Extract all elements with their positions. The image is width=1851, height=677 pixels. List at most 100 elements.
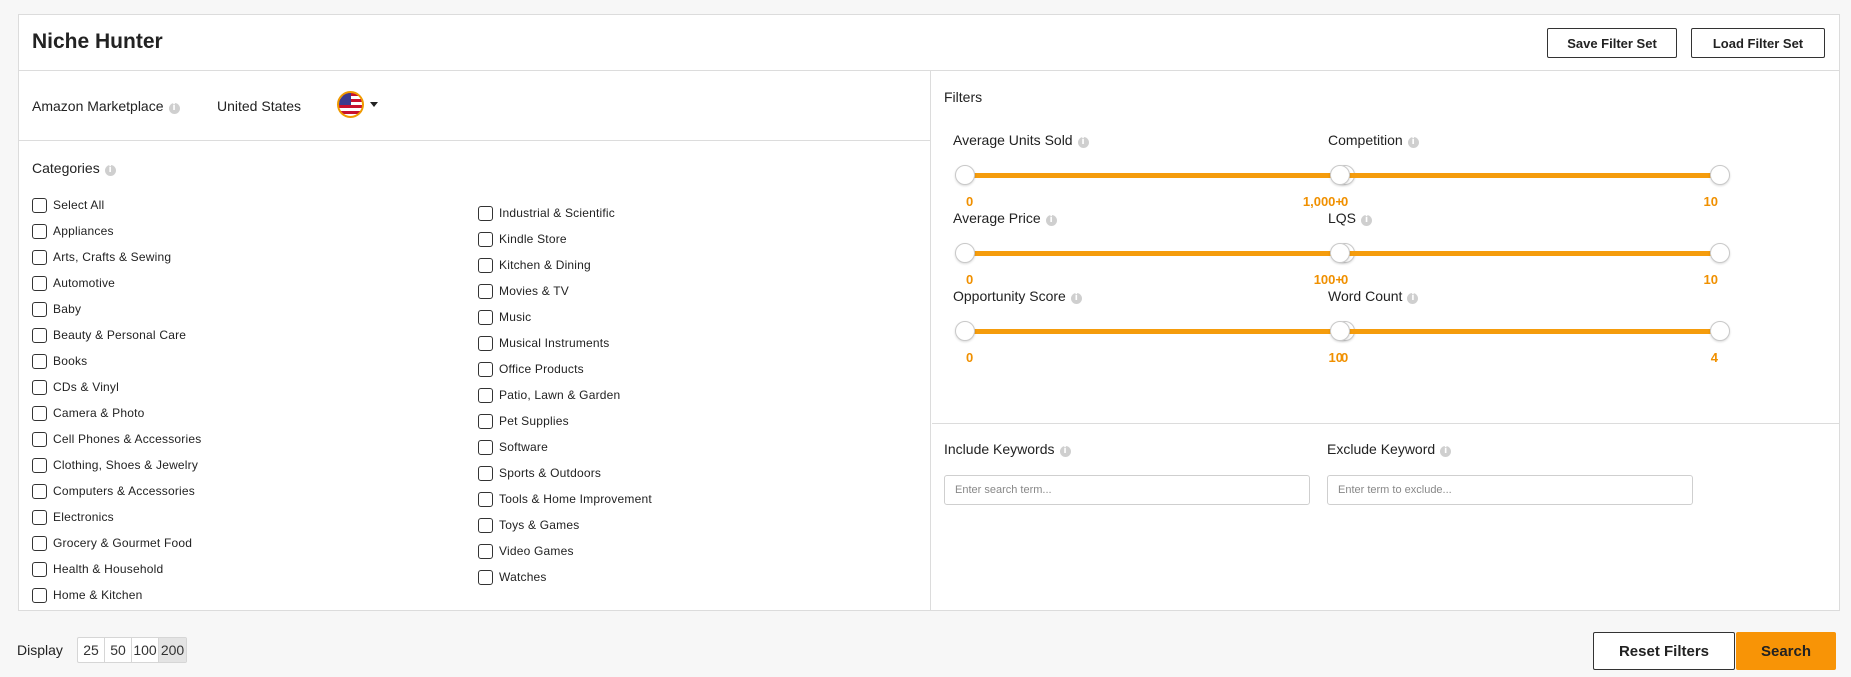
checkbox[interactable]: [478, 231, 493, 247]
info-icon: i: [1059, 446, 1071, 457]
reset-filters-button[interactable]: Reset Filters: [1593, 632, 1735, 670]
category-label: Video Games: [499, 544, 574, 558]
load-filter-set-button[interactable]: Load Filter Set: [1691, 28, 1825, 58]
filter-lqs: LQS i 0 10: [1328, 210, 1748, 290]
checkbox[interactable]: [478, 361, 493, 377]
category-watches[interactable]: Watches: [478, 564, 652, 590]
category-music[interactable]: Music: [478, 304, 652, 330]
category-pet-supplies[interactable]: Pet Supplies: [478, 408, 652, 434]
checkbox[interactable]: [32, 379, 47, 395]
checkbox[interactable]: [478, 387, 493, 403]
checkbox[interactable]: [478, 569, 493, 585]
marketplace-label-text: Amazon Marketplace: [32, 98, 164, 114]
range-slider-track[interactable]: [1340, 329, 1720, 334]
range-slider-min-handle[interactable]: [955, 165, 975, 185]
category-cell-phones-accessories[interactable]: Cell Phones & Accessories: [32, 426, 201, 452]
marketplace-dropdown[interactable]: [337, 91, 387, 119]
category-beauty-personal-care[interactable]: Beauty & Personal Care: [32, 322, 201, 348]
category-label: Kitchen & Dining: [499, 258, 591, 272]
category-select-all[interactable]: Select All: [32, 192, 201, 218]
range-slider-min-handle[interactable]: [955, 321, 975, 341]
include-keywords-input[interactable]: [944, 475, 1310, 505]
checkbox[interactable]: [478, 335, 493, 351]
checkbox[interactable]: [32, 353, 47, 369]
category-office-products[interactable]: Office Products: [478, 356, 652, 382]
checkbox[interactable]: [478, 309, 493, 325]
checkbox[interactable]: [478, 257, 493, 273]
category-video-games[interactable]: Video Games: [478, 538, 652, 564]
range-slider-max-handle[interactable]: [1710, 321, 1730, 341]
category-books[interactable]: Books: [32, 348, 201, 374]
category-electronics[interactable]: Electronics: [32, 504, 201, 530]
checkbox[interactable]: [32, 457, 47, 473]
category-baby[interactable]: Baby: [32, 296, 201, 322]
category-cds-vinyl[interactable]: CDs & Vinyl: [32, 374, 201, 400]
range-slider-track[interactable]: [1340, 173, 1720, 178]
category-toys-games[interactable]: Toys & Games: [478, 512, 652, 538]
checkbox[interactable]: [32, 405, 47, 421]
checkbox[interactable]: [32, 587, 47, 603]
display-option-25[interactable]: 25: [78, 638, 105, 662]
filter-label-text: Average Units Sold: [953, 132, 1073, 148]
range-slider-min-handle[interactable]: [1330, 243, 1350, 263]
category-appliances[interactable]: Appliances: [32, 218, 201, 244]
category-arts-crafts-sewing[interactable]: Arts, Crafts & Sewing: [32, 244, 201, 270]
checkbox[interactable]: [478, 205, 493, 221]
exclude-keyword-label-text: Exclude Keyword: [1327, 441, 1436, 457]
checkbox[interactable]: [32, 561, 47, 577]
checkbox[interactable]: [478, 543, 493, 559]
category-label: Office Products: [499, 362, 584, 376]
range-slider-track[interactable]: [1340, 251, 1720, 256]
range-slider-track[interactable]: [965, 173, 1345, 178]
checkbox[interactable]: [32, 223, 47, 239]
exclude-keyword-input[interactable]: [1327, 475, 1693, 505]
checkbox[interactable]: [32, 535, 47, 551]
checkbox[interactable]: [478, 439, 493, 455]
category-tools-home-improvement[interactable]: Tools & Home Improvement: [478, 486, 652, 512]
checkbox[interactable]: [32, 275, 47, 291]
category-automotive[interactable]: Automotive: [32, 270, 201, 296]
checkbox[interactable]: [32, 431, 47, 447]
filter-label: Opportunity Score i: [953, 288, 1082, 304]
range-slider-track[interactable]: [965, 329, 1345, 334]
checkbox[interactable]: [32, 301, 47, 317]
range-slider-max-handle[interactable]: [1710, 243, 1730, 263]
category-grocery-gourmet-food[interactable]: Grocery & Gourmet Food: [32, 530, 201, 556]
range-slider-max-handle[interactable]: [1710, 165, 1730, 185]
checkbox[interactable]: [478, 491, 493, 507]
checkbox[interactable]: [478, 465, 493, 481]
category-patio-lawn-garden[interactable]: Patio, Lawn & Garden: [478, 382, 652, 408]
checkbox[interactable]: [478, 283, 493, 299]
range-slider-track[interactable]: [965, 251, 1345, 256]
range-slider-min-handle[interactable]: [1330, 321, 1350, 341]
category-camera-photo[interactable]: Camera & Photo: [32, 400, 201, 426]
category-health-household[interactable]: Health & Household: [32, 556, 201, 582]
save-filter-set-button[interactable]: Save Filter Set: [1547, 28, 1677, 58]
category-kitchen-dining[interactable]: Kitchen & Dining: [478, 252, 652, 278]
category-sports-outdoors[interactable]: Sports & Outdoors: [478, 460, 652, 486]
checkbox[interactable]: [32, 327, 47, 343]
filter-average-units-sold: Average Units Sold i 0 1,000+: [953, 132, 1373, 212]
range-slider-min-handle[interactable]: [1330, 165, 1350, 185]
checkbox[interactable]: [32, 249, 47, 265]
checkbox[interactable]: [478, 517, 493, 533]
caret-down-icon: [370, 102, 378, 107]
checkbox[interactable]: [32, 509, 47, 525]
display-option-200[interactable]: 200: [159, 638, 186, 662]
display-option-50[interactable]: 50: [105, 638, 132, 662]
category-musical-instruments[interactable]: Musical Instruments: [478, 330, 652, 356]
checkbox[interactable]: [478, 413, 493, 429]
checkbox[interactable]: [32, 483, 47, 499]
category-home-kitchen[interactable]: Home & Kitchen: [32, 582, 201, 608]
search-button[interactable]: Search: [1736, 632, 1836, 670]
category-computers-accessories[interactable]: Computers & Accessories: [32, 478, 201, 504]
display-option-100[interactable]: 100: [132, 638, 159, 662]
category-kindle-store[interactable]: Kindle Store: [478, 226, 652, 252]
category-label: Movies & TV: [499, 284, 569, 298]
category-software[interactable]: Software: [478, 434, 652, 460]
category-industrial-scientific[interactable]: Industrial & Scientific: [478, 200, 652, 226]
category-movies-tv[interactable]: Movies & TV: [478, 278, 652, 304]
checkbox[interactable]: [32, 197, 47, 213]
category-clothing-shoes-jewelry[interactable]: Clothing, Shoes & Jewelry: [32, 452, 201, 478]
range-slider-min-handle[interactable]: [955, 243, 975, 263]
